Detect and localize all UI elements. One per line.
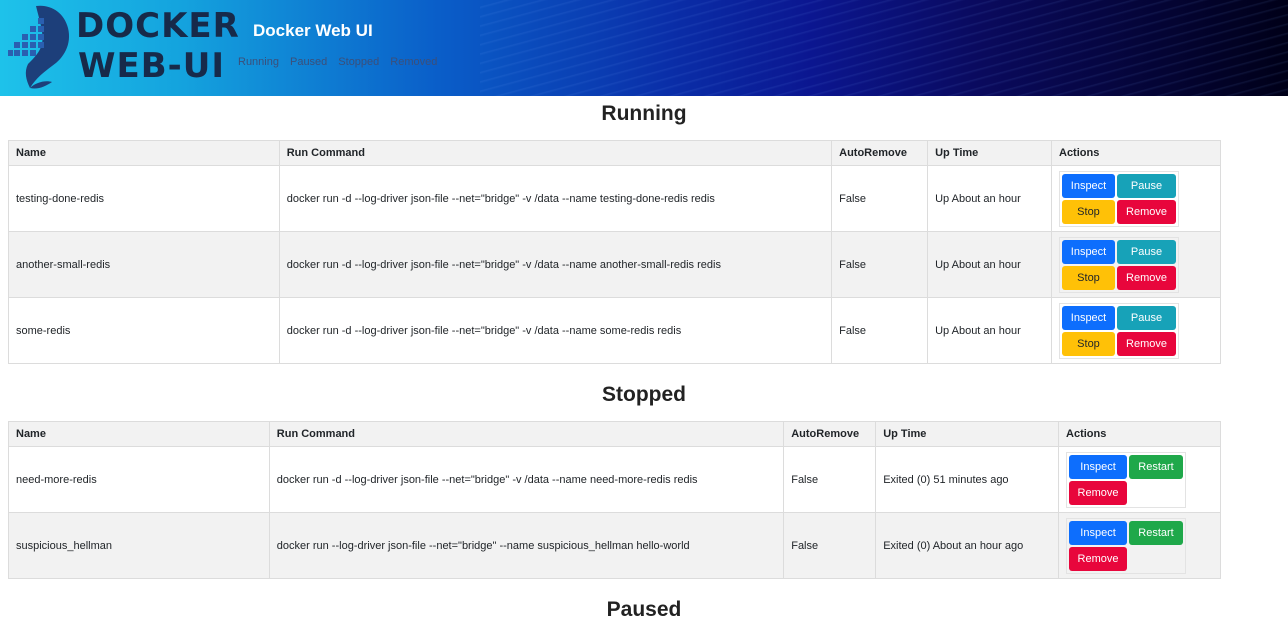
- inspect-button[interactable]: Inspect: [1062, 305, 1115, 330]
- table-row: suspicious_hellman docker run --log-driv…: [8, 512, 1221, 579]
- column-header-actions: Actions: [1058, 421, 1221, 447]
- inspect-button[interactable]: Inspect: [1069, 520, 1128, 545]
- up-time-value: Up About an hour: [927, 231, 1052, 298]
- stopped-containers-table: Name Run Command AutoRemove Up Time Acti…: [8, 421, 1221, 579]
- container-name: testing-done-redis: [8, 165, 280, 232]
- table-row: need-more-redis docker run -d --log-driv…: [8, 446, 1221, 513]
- inspect-button[interactable]: Inspect: [1069, 454, 1128, 479]
- table-row: some-redis docker run -d --log-driver js…: [8, 297, 1221, 364]
- paused-section-title: Paused: [606, 598, 682, 621]
- run-command: docker run -d --log-driver json-file --n…: [278, 297, 833, 364]
- run-command: docker run -d --log-driver json-file --n…: [278, 165, 833, 232]
- container-name: another-small-redis: [8, 231, 280, 298]
- actions-cell: Inspect Pause Stop Remove: [1051, 165, 1221, 232]
- nav-link-paused[interactable]: Paused: [290, 56, 327, 68]
- actions-cell: Inspect Restart Remove: [1058, 446, 1221, 513]
- stop-button[interactable]: Stop: [1062, 331, 1115, 356]
- nav-link-removed[interactable]: Removed: [390, 56, 437, 68]
- container-name: suspicious_hellman: [8, 512, 270, 579]
- pause-button[interactable]: Pause: [1117, 305, 1176, 330]
- table-row: another-small-redis docker run -d --log-…: [8, 231, 1221, 298]
- remove-button[interactable]: Remove: [1117, 199, 1176, 224]
- up-time-value: Exited (0) About an hour ago: [875, 512, 1060, 579]
- logo-text-line2: WEB-UI: [78, 46, 226, 86]
- auto-remove-value: False: [831, 165, 929, 232]
- inspect-button[interactable]: Inspect: [1062, 239, 1115, 264]
- up-time-value: Exited (0) 51 minutes ago: [875, 446, 1060, 513]
- column-header-actions: Actions: [1051, 140, 1221, 166]
- action-buttons: Inspect Restart Remove: [1066, 517, 1187, 574]
- header-banner: DOCKER WEB-UI Docker Web UI Running Paus…: [0, 0, 1288, 96]
- container-name: need-more-redis: [8, 446, 270, 513]
- remove-button[interactable]: Remove: [1069, 546, 1128, 571]
- column-header-up-time: Up Time: [875, 421, 1060, 447]
- up-time-value: Up About an hour: [927, 297, 1052, 364]
- pause-button[interactable]: Pause: [1117, 239, 1176, 264]
- remove-button[interactable]: Remove: [1117, 265, 1176, 290]
- restart-button[interactable]: Restart: [1129, 454, 1184, 479]
- pause-button[interactable]: Pause: [1117, 173, 1176, 198]
- auto-remove-value: False: [831, 297, 929, 364]
- run-command: docker run -d --log-driver json-file --n…: [278, 231, 833, 298]
- column-header-name: Name: [8, 140, 280, 166]
- column-header-run-command: Run Command: [278, 140, 833, 166]
- auto-remove-value: False: [783, 512, 877, 579]
- auto-remove-value: False: [831, 231, 929, 298]
- action-buttons: Inspect Restart Remove: [1066, 451, 1187, 508]
- logo[interactable]: DOCKER WEB-UI: [0, 0, 239, 96]
- actions-cell: Inspect Pause Stop Remove: [1051, 231, 1221, 298]
- table-header-row: Name Run Command AutoRemove Up Time Acti…: [8, 421, 1221, 447]
- nav-link-running[interactable]: Running: [238, 56, 279, 68]
- auto-remove-value: False: [783, 446, 877, 513]
- column-header-up-time: Up Time: [927, 140, 1052, 166]
- stop-button[interactable]: Stop: [1062, 265, 1115, 290]
- running-containers-table: Name Run Command AutoRemove Up Time Acti…: [8, 140, 1221, 364]
- table-row: testing-done-redis docker run -d --log-d…: [8, 165, 1221, 232]
- column-header-name: Name: [8, 421, 270, 447]
- stop-button[interactable]: Stop: [1062, 199, 1115, 224]
- inspect-button[interactable]: Inspect: [1062, 173, 1115, 198]
- whale-container-icon: [8, 5, 70, 89]
- actions-cell: Inspect Pause Stop Remove: [1051, 297, 1221, 364]
- column-header-run-command: Run Command: [268, 421, 785, 447]
- app-title[interactable]: Docker Web UI: [253, 21, 373, 41]
- run-command: docker run --log-driver json-file --net=…: [268, 512, 785, 579]
- nav-link-stopped[interactable]: Stopped: [338, 56, 379, 68]
- remove-button[interactable]: Remove: [1117, 331, 1176, 356]
- actions-cell: Inspect Restart Remove: [1058, 512, 1221, 579]
- column-header-autoremove: AutoRemove: [831, 140, 929, 166]
- stopped-section-title: Stopped: [602, 383, 686, 406]
- top-nav: Running Paused Stopped Removed: [238, 56, 437, 68]
- run-command: docker run -d --log-driver json-file --n…: [268, 446, 785, 513]
- restart-button[interactable]: Restart: [1129, 520, 1184, 545]
- running-section-title: Running: [601, 102, 687, 125]
- table-header-row: Name Run Command AutoRemove Up Time Acti…: [8, 140, 1221, 166]
- container-name: some-redis: [8, 297, 280, 364]
- column-header-autoremove: AutoRemove: [783, 421, 877, 447]
- action-buttons: Inspect Pause Stop Remove: [1059, 170, 1179, 227]
- remove-button[interactable]: Remove: [1069, 480, 1128, 505]
- action-buttons: Inspect Pause Stop Remove: [1059, 236, 1179, 293]
- action-buttons: Inspect Pause Stop Remove: [1059, 302, 1179, 359]
- up-time-value: Up About an hour: [927, 165, 1052, 232]
- logo-text-line1: DOCKER: [76, 6, 240, 46]
